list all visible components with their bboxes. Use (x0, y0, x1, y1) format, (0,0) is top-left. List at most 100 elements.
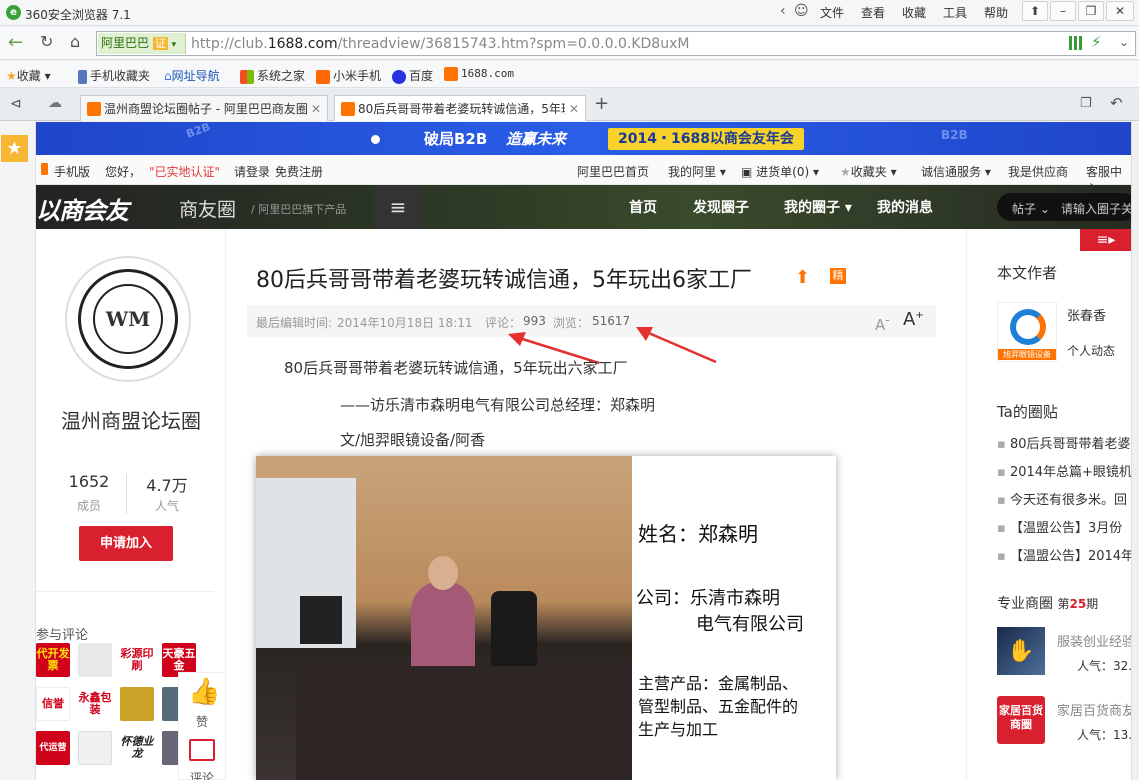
fav-1688[interactable]: 1688.com (444, 67, 514, 81)
phone-icon (78, 69, 87, 84)
chevron-left-icon[interactable]: ‹ (780, 3, 786, 19)
star-icon[interactable]: ★ (1, 135, 28, 162)
menu-view[interactable]: 查看 (861, 4, 885, 21)
nav-cart[interactable]: ▣ 进货单(0) ▾ (741, 163, 819, 180)
web-page: B2B 破局B2B 造赢未来 2014・1688以商会友年会 B2B 手机版 您… (36, 122, 1131, 780)
circle-logo[interactable]: WM (65, 256, 191, 382)
banner-left: 破局B2B (424, 130, 488, 148)
nav-messages[interactable]: 我的消息 (877, 197, 933, 217)
thumbs-up-icon[interactable]: 👍 (188, 677, 220, 707)
participant-avatar[interactable]: 代开发票 (36, 643, 70, 677)
pin-button[interactable]: ⬆ (1022, 1, 1048, 21)
participant-avatar[interactable]: 怀德业龙 (120, 731, 154, 765)
address-input[interactable]: 阿里巴巴 证 ▾ http://club.1688.com/threadview… (96, 31, 1136, 56)
list-item[interactable]: ▪ 今天还有很多米。回 (997, 489, 1131, 508)
cert-status[interactable]: "已实地认证" (149, 163, 220, 180)
restore-tabs-icon[interactable]: ❐ (1080, 96, 1092, 111)
register-link[interactable]: 免费注册 (275, 163, 323, 180)
author-activity-link[interactable]: 个人动态 (1067, 342, 1115, 359)
fav-nav[interactable]: ⌂网址导航 (164, 67, 220, 84)
menu-toggle-button[interactable]: ≡▸ (1080, 229, 1131, 251)
minimize-button[interactable]: – (1050, 1, 1076, 21)
search-scope[interactable]: 帖子 ⌄ (1012, 200, 1050, 217)
new-tab-icon[interactable]: + (594, 93, 609, 114)
mobile-link[interactable]: 手机版 (54, 163, 90, 180)
font-increase-button[interactable]: A+ (903, 309, 924, 330)
popularity-count: 4.7万 (146, 476, 188, 495)
close-button[interactable]: ✕ (1106, 1, 1134, 21)
search-box[interactable]: 帖子 ⌄ 请输入圈子关 (997, 193, 1131, 221)
nav-home[interactable]: 首页 (629, 197, 657, 217)
fav-mi[interactable]: 小米手机 (316, 67, 381, 84)
tab-circle[interactable]: 温州商盟论坛圈帖子 - 阿里巴巴商友圈 ✕ (80, 95, 328, 121)
scrollbar[interactable] (1131, 122, 1139, 780)
site-identity-badge[interactable]: 阿里巴巴 证 ▾ (98, 33, 186, 54)
chevron-down-icon[interactable]: ⌄ (1119, 35, 1129, 49)
fav-baidu[interactable]: 百度 (392, 67, 433, 84)
lightning-icon[interactable]: ⚡ (1091, 33, 1102, 51)
font-decrease-button[interactable]: A- (875, 312, 890, 334)
list-item[interactable]: ▪ 80后兵哥哥带着老婆 (997, 433, 1131, 452)
tab-article[interactable]: 80后兵哥哥带着老婆玩转诚信通，5年玩出6家工厂 ✕ (334, 95, 586, 121)
pro-circle-logo[interactable]: 家居百货商圈 (997, 696, 1045, 744)
join-button[interactable]: 申请加入 (79, 526, 173, 561)
comment-icon[interactable] (189, 739, 215, 761)
undo-close-icon[interactable]: ↶ (1110, 94, 1123, 112)
nav-my-circles[interactable]: 我的圈子 ▾ (784, 197, 852, 217)
participant-avatar[interactable]: 永鑫包装 (78, 687, 112, 721)
home-icon[interactable]: ⌂ (70, 32, 80, 51)
participant-avatar[interactable] (78, 731, 112, 765)
card-company-2: 电气有限公司 (696, 614, 804, 635)
list-item[interactable]: ▪ 2014年总篇+眼镜机 (997, 461, 1131, 480)
qrcode-icon[interactable] (1069, 36, 1083, 50)
nav-my-ali[interactable]: 我的阿里 ▾ (668, 163, 726, 180)
menu-file[interactable]: 文件 (820, 4, 844, 21)
menu-icon[interactable]: ≡ (375, 185, 421, 229)
favorites-menu[interactable]: ★收藏 ▾ (6, 67, 51, 84)
pro-circle-name[interactable]: 服装创业经验 (1057, 631, 1131, 650)
star-icon: ★ (6, 69, 17, 83)
nav-alibaba-home[interactable]: 阿里巴巴首页 (577, 163, 649, 180)
nav-favorites[interactable]: ★收藏夹 ▾ (840, 163, 897, 180)
comment-label[interactable]: 评论 (190, 769, 214, 780)
card-products-1: 主营产品：金属制品、 (638, 674, 799, 693)
1688-icon (87, 101, 101, 116)
nav-trust-service[interactable]: 诚信通服务 ▾ (921, 163, 991, 180)
list-item[interactable]: ▪ 【温盟公告】3月份 (997, 517, 1131, 536)
fav-mobile[interactable]: 手机收藏夹 (78, 67, 150, 84)
person-figure (411, 581, 475, 671)
article-title: 80后兵哥哥带着老婆玩转诚信通，5年玩出6家工厂 (256, 268, 752, 293)
back-icon[interactable]: ← (8, 32, 23, 53)
site-logo[interactable]: 以商会友 (36, 191, 129, 226)
menu-favorites[interactable]: 收藏 (902, 4, 926, 21)
refresh-icon[interactable]: ↻ (40, 32, 53, 51)
sidebar-toggle-icon[interactable]: ⊲ (10, 96, 22, 112)
brand-name[interactable]: 商友圈 (179, 195, 236, 222)
author-avatar[interactable]: 旭羿眼镜设备 (997, 302, 1057, 362)
promo-banner[interactable]: B2B 破局B2B 造赢未来 2014・1688以商会友年会 B2B (36, 122, 1131, 155)
edit-time: 2014年10月18日 18:11 (337, 316, 473, 330)
nav-discover[interactable]: 发现圈子 (693, 197, 749, 217)
pro-circle-logo[interactable]: ✋ (997, 627, 1045, 675)
participant-avatar[interactable] (120, 687, 154, 721)
participant-avatar[interactable] (78, 643, 112, 677)
participant-avatar[interactable]: 代运营 (36, 731, 70, 765)
list-item[interactable]: ▪ 【温盟公告】2014年 (997, 545, 1131, 564)
login-link[interactable]: 请登录 (234, 163, 270, 180)
author-name[interactable]: 张春香 (1067, 305, 1106, 324)
cloud-icon[interactable]: ☁ (48, 95, 62, 111)
like-label[interactable]: 赞 (196, 713, 208, 730)
fav-xitong[interactable]: 系统之家 (240, 67, 305, 84)
menu-tools[interactable]: 工具 (943, 4, 967, 21)
maximize-button[interactable]: ❐ (1078, 1, 1104, 21)
pro-circle-popularity: 人气：32. (1077, 659, 1131, 673)
pro-circle-name[interactable]: 家居百货商友 (1057, 700, 1131, 719)
menu-help[interactable]: 帮助 (984, 4, 1008, 21)
user-icon[interactable]: ☺ (794, 3, 809, 19)
ta-posts-title: Ta的圈贴 (997, 403, 1058, 421)
search-input[interactable]: 请输入圈子关 (1061, 200, 1131, 217)
close-tab-icon: ✕ (310, 101, 321, 116)
participant-avatar[interactable]: 信誉 (36, 687, 70, 721)
participant-avatar[interactable]: 彩源印刷 (120, 643, 154, 677)
nav-supplier[interactable]: 我是供应商 (1008, 163, 1068, 180)
